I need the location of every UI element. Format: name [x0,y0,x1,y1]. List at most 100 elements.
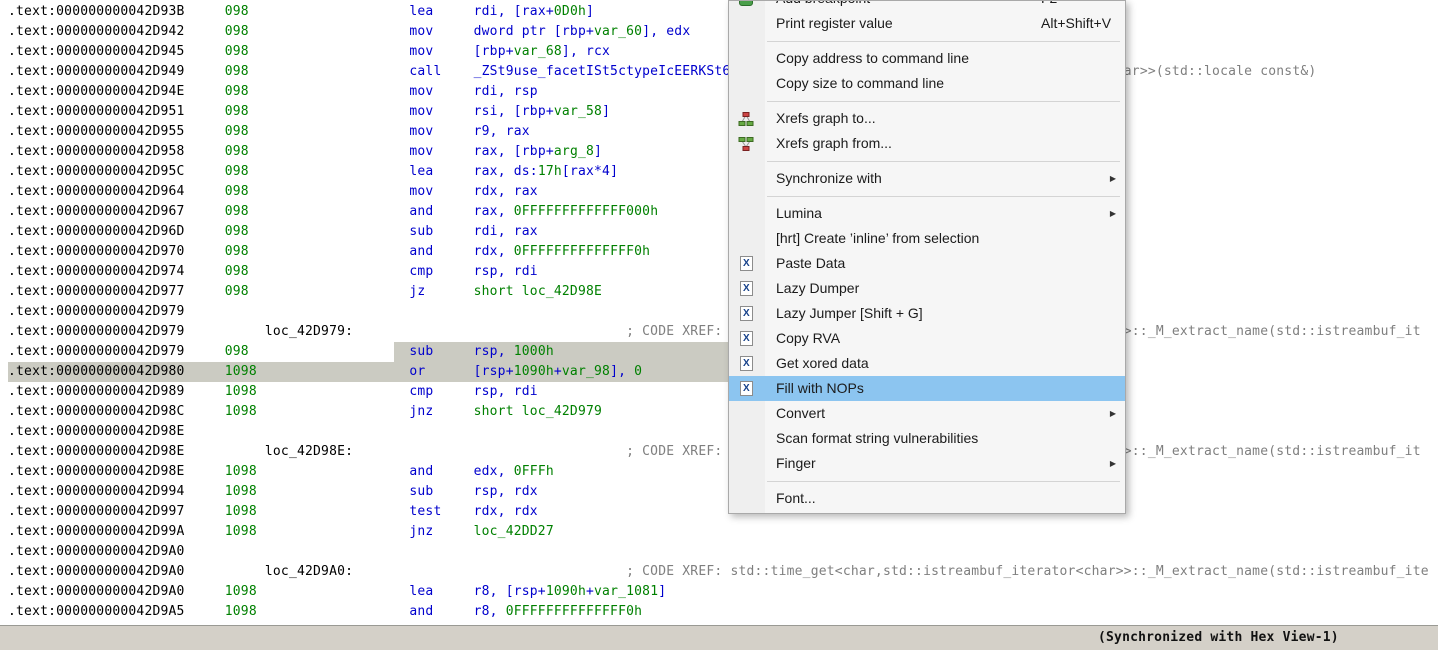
disasm-segment: mov [409,84,434,99]
disasm-line[interactable]: .text:000000000042D977 098 jz short loc_… [8,282,1438,302]
disasm-segment [249,264,410,279]
disasm-segment: var_58 [553,104,603,119]
disasm-line[interactable]: .text:000000000042D979 098 sub rsp, 1000… [8,342,1438,362]
menu-item-convert[interactable]: Convert ▶ [729,401,1125,426]
menu-item-get-xored-data[interactable]: Get xored data [729,351,1125,376]
menu-item-copy-address-to-command-line[interactable]: Copy address to command line [729,46,1125,71]
disasm-line[interactable]: .text:000000000042D951 098 mov rsi, [rbp… [8,102,1438,122]
menu-item-scan-format-string-vulnerabilities[interactable]: Scan format string vulnerabilities [729,426,1125,451]
disasm-segment: dword ptr [rbp+ [473,24,595,39]
disasm-segment: lea [409,164,434,179]
disasm-segment [433,404,473,419]
disasm-segment: 1098 [224,364,257,379]
disasm-line[interactable]: .text:000000000042D989 1098 cmp rsp, rdi [8,382,1438,402]
menu-item-hrt-create-inline-from-selection[interactable]: [hrt] Create ’inline’ from selection [729,226,1125,251]
disasm-segment [257,484,410,499]
disasm-line[interactable]: .text:000000000042D9A5 1098 and r8, 0FFF… [8,602,1438,622]
disasm-segment [257,404,410,419]
menu-item-lazy-dumper[interactable]: Lazy Dumper [729,276,1125,301]
disasm-segment: and [409,464,434,479]
script-icon [738,256,754,272]
disasm-segment [257,584,410,599]
disasm-segment: rsp, rdi [473,384,538,399]
menu-item-font[interactable]: Font... [729,486,1125,511]
disasm-segment: and [409,244,434,259]
menu-item-paste-data[interactable]: Paste Data [729,251,1125,276]
menu-item-copy-rva[interactable]: Copy RVA [729,326,1125,351]
disasm-line[interactable]: .text:000000000042D98E loc_42D98E: ; COD… [8,442,1438,462]
menu-item-lumina[interactable]: Lumina ▶ [729,201,1125,226]
disasm-segment [433,224,473,239]
disasm-line[interactable]: .text:000000000042D979 loc_42D979: ; COD… [8,322,1438,342]
disasm-segment [185,484,225,499]
disasm-line[interactable]: .text:000000000042D98C 1098 jnz short lo… [8,402,1438,422]
disasm-segment [185,64,225,79]
disasm-segment [185,264,225,279]
disasm-line[interactable]: .text:000000000042D96D 098 sub rdi, rax [8,222,1438,242]
disasm-segment: 098 [224,104,249,119]
disasm-segment: .text:000000000042D95C [8,164,185,179]
disasm-line[interactable]: .text:000000000042D955 098 mov r9, rax [8,122,1438,142]
disasm-line[interactable]: .text:000000000042D94E 098 mov rdi, rsp [8,82,1438,102]
disasm-line[interactable]: .text:000000000042D98E [8,422,1438,442]
disasm-line[interactable]: .text:000000000042D997 1098 test rdx, rd… [8,502,1438,522]
disasm-segment: 1098 [224,464,257,479]
menu-item-copy-size-to-command-line[interactable]: Copy size to command line [729,71,1125,96]
disasm-line[interactable]: .text:000000000042D958 098 mov rax, [rbp… [8,142,1438,162]
disasm-segment [185,124,225,139]
disasm-line[interactable]: .text:000000000042D9A0 1098 lea r8, [rsp… [8,582,1438,602]
disasm-segment [185,344,225,359]
disasm-line[interactable]: .text:000000000042D9A0 [8,542,1438,562]
disasm-segment [185,584,225,599]
submenu-arrow-icon: ▶ [1109,209,1116,218]
disasm-line[interactable]: .text:000000000042D95C 098 lea rax, ds:1… [8,162,1438,182]
disasm-segment: sub [409,484,434,499]
status-bar: 0002D980000000000042D980: std::time_get<… [0,625,1438,650]
menu-item-label: Copy RVA [776,330,841,346]
menu-item-print-register-value[interactable]: Print register value Alt+Shift+V [729,11,1125,36]
disasm-line[interactable]: .text:000000000042D980 1098 or [rsp+1090… [8,362,1438,382]
disasm-segment [185,244,225,259]
menu-item-synchronize-with[interactable]: Synchronize with ▶ [729,166,1125,191]
disasm-segment: .text:000000000042D9A5 [8,604,185,619]
menu-item-xrefs-graph-from[interactable]: Xrefs graph from... [729,131,1125,156]
disassembly-view[interactable]: .text:000000000042D93B 098 lea rdi, [rax… [0,0,1438,625]
disasm-segment: 0FFFh [513,464,554,479]
menu-item-xrefs-graph-to[interactable]: Xrefs graph to... [729,106,1125,131]
disasm-line[interactable]: .text:000000000042D949 098 call _ZSt9use… [8,62,1438,82]
disasm-segment [433,184,473,199]
disasm-line[interactable]: .text:000000000042D970 098 and rdx, 0FFF… [8,242,1438,262]
disasm-segment: 0 [634,364,643,379]
disasm-segment: jnz [409,404,434,419]
disasm-line[interactable]: .text:000000000042D942 098 mov dword ptr… [8,22,1438,42]
menu-item-add-breakpoint[interactable]: Add breakpoint F2 [729,1,1125,11]
disasm-segment: r9, rax [473,124,530,139]
disasm-segment: 098 [224,204,249,219]
menu-item-fill-with-nops[interactable]: Fill with NOPs [729,376,1125,401]
disasm-segment: + [553,364,562,379]
disasm-line[interactable]: .text:000000000042D93B 098 lea rdi, [rax… [8,2,1438,22]
disasm-line[interactable]: .text:000000000042D964 098 mov rdx, rax [8,182,1438,202]
disasm-segment: [rax*4] [561,164,619,179]
disasm-line[interactable]: .text:000000000042D945 098 mov [rbp+var_… [8,42,1438,62]
menu-item-label: [hrt] Create ’inline’ from selection [776,230,980,246]
disasm-segment [249,64,410,79]
disasm-segment: 1098 [224,484,257,499]
disasm-segment: rdi, [rax+ [473,4,554,19]
disasm-segment [433,204,473,219]
disasm-segment [257,604,410,619]
disasm-segment [441,504,473,519]
disasm-segment: lea [409,584,434,599]
disasm-line[interactable]: .text:000000000042D979 [8,302,1438,322]
menu-item-lazy-jumper-shift-g[interactable]: Lazy Jumper [Shift + G] [729,301,1125,326]
disasm-segment [433,4,473,19]
disasm-line[interactable]: .text:000000000042D9A0 loc_42D9A0: ; COD… [8,562,1438,582]
disasm-segment: .text:000000000042D942 [8,24,185,39]
menu-item-finger[interactable]: Finger ▶ [729,451,1125,476]
disasm-line[interactable]: .text:000000000042D994 1098 sub rsp, rdx [8,482,1438,502]
disasm-line[interactable]: .text:000000000042D98E 1098 and edx, 0FF… [8,462,1438,482]
disasm-line[interactable]: .text:000000000042D974 098 cmp rsp, rdi [8,262,1438,282]
disasm-line[interactable]: .text:000000000042D967 098 and rax, 0FFF… [8,202,1438,222]
disasm-segment [185,24,225,39]
disasm-line[interactable]: .text:000000000042D99A 1098 jnz loc_42DD… [8,522,1438,542]
